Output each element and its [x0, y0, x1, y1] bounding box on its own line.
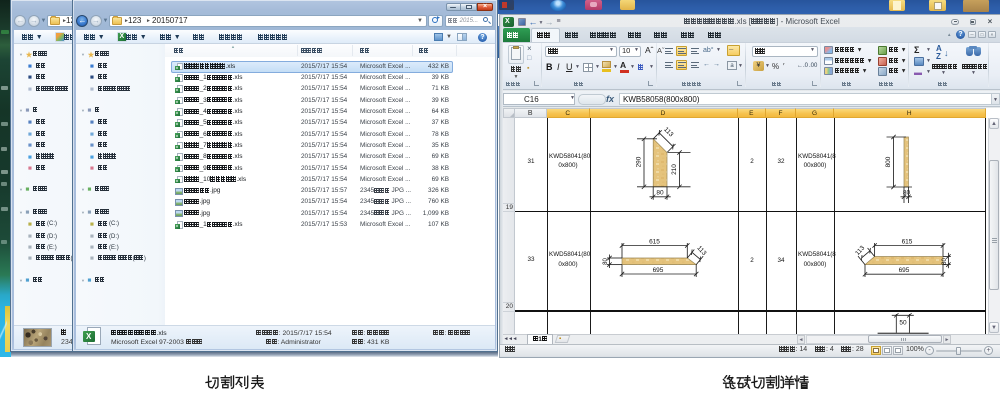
- svg-text:615: 615: [649, 239, 660, 246]
- svg-text:800: 800: [885, 156, 892, 167]
- svg-text:615: 615: [902, 239, 913, 246]
- svg-text:113: 113: [662, 126, 675, 139]
- svg-text:80: 80: [656, 189, 664, 196]
- svg-text:80: 80: [942, 258, 948, 265]
- svg-text:80: 80: [903, 190, 911, 197]
- svg-text:113: 113: [695, 245, 707, 258]
- svg-text:80: 80: [603, 258, 609, 265]
- svg-text:290: 290: [636, 156, 643, 167]
- svg-text:695: 695: [899, 267, 910, 274]
- svg-text:695: 695: [653, 267, 664, 274]
- svg-text:210: 210: [671, 164, 678, 175]
- svg-text:50: 50: [899, 320, 907, 327]
